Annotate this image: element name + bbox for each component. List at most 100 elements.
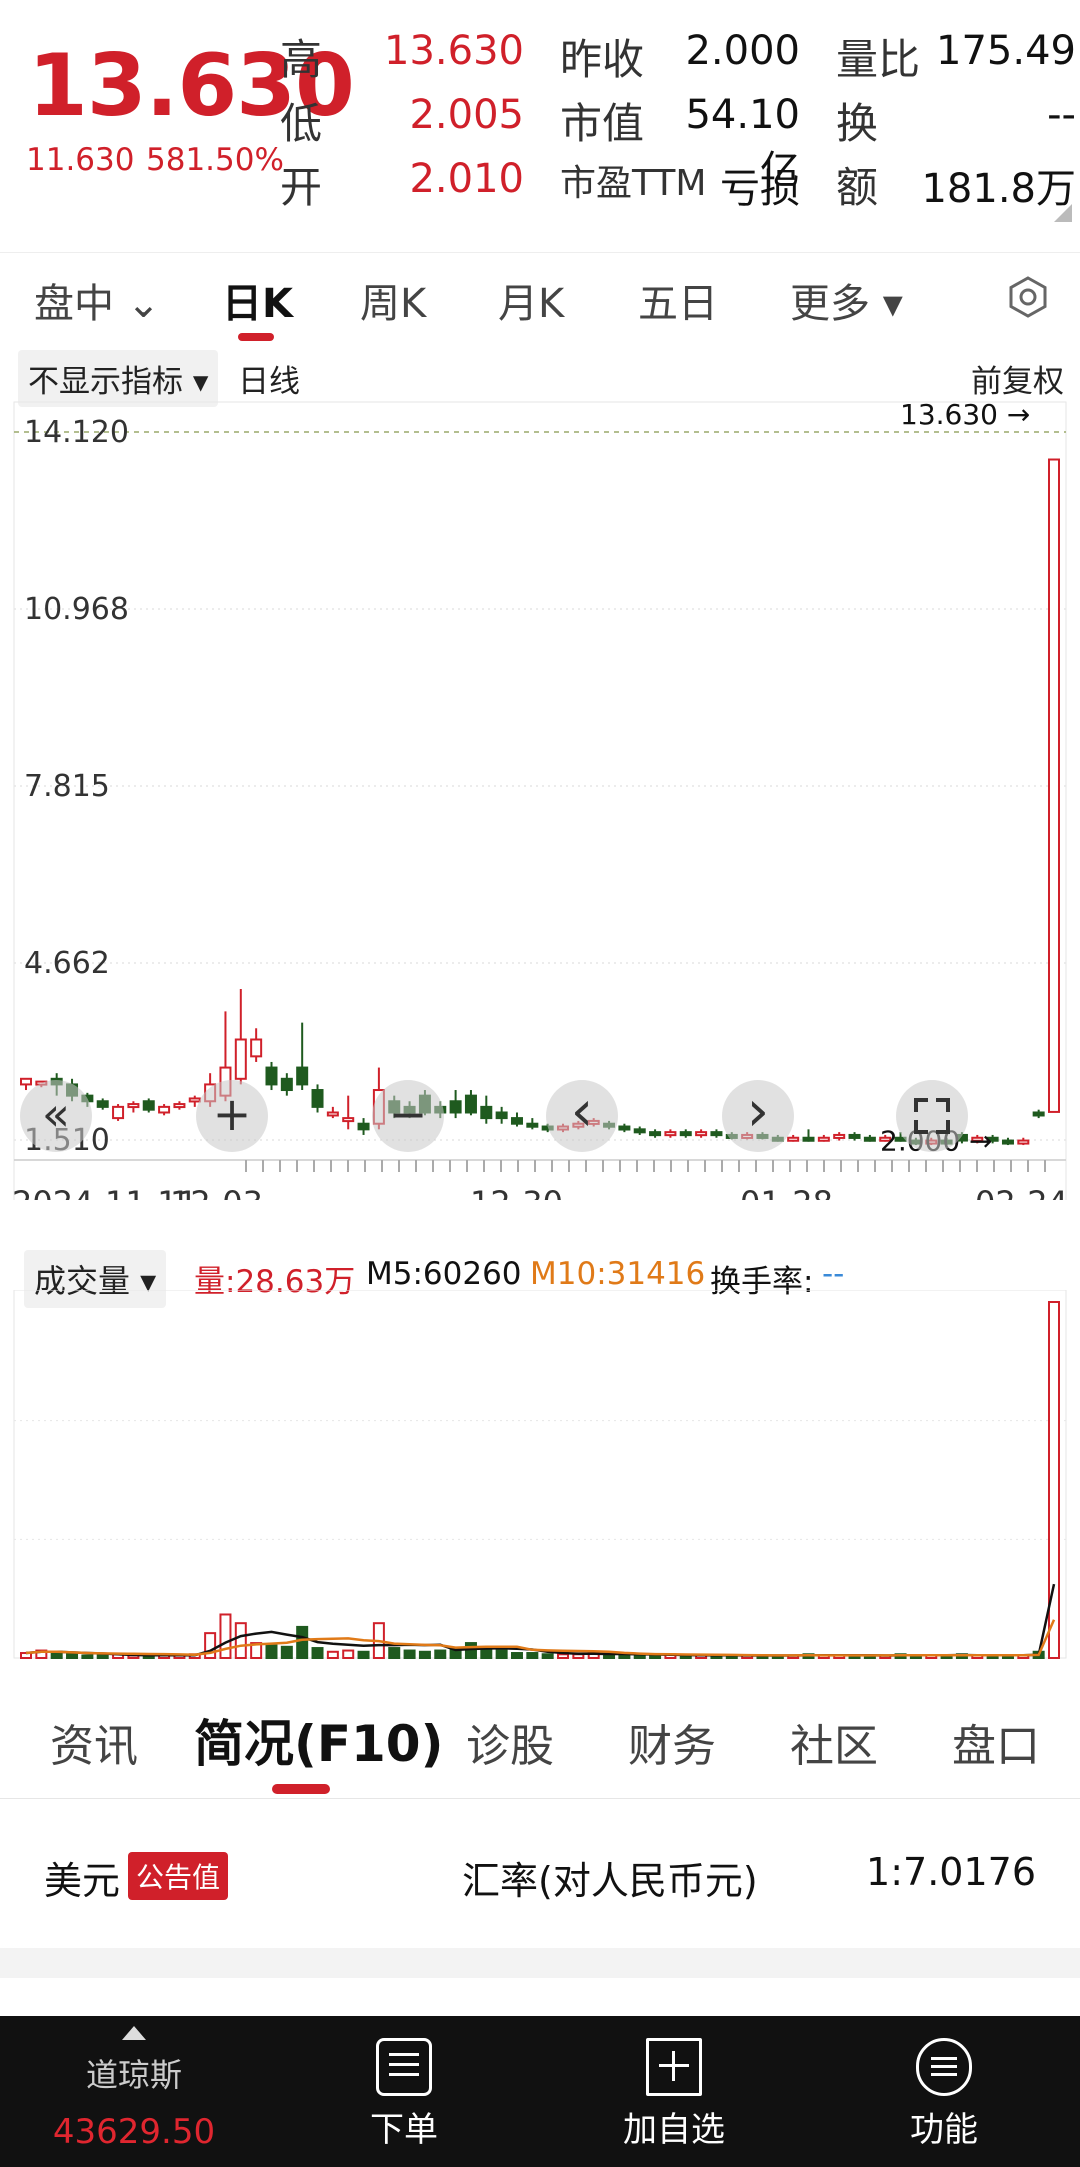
tab-weekly-k[interactable]: 周K — [360, 271, 426, 329]
y-tick-label: 10.968 — [24, 592, 129, 627]
tab-news[interactable]: 资讯 — [50, 1710, 138, 1774]
turnover-rate-value: -- — [822, 1256, 845, 1292]
tab-community[interactable]: 社区 — [790, 1710, 878, 1774]
volume-bar — [280, 1645, 293, 1659]
volume-bar — [557, 1653, 570, 1660]
price-change: 11.630 — [26, 142, 135, 178]
announced-value-badge: 公告值 — [128, 1852, 229, 1900]
nav-functions[interactable]: 功能 — [844, 2038, 1044, 2151]
period-label: 日线 — [238, 364, 300, 400]
m10-value: M10:31416 — [530, 1256, 706, 1292]
tab-order-book[interactable]: 盘口 — [952, 1710, 1040, 1774]
volume-bar — [526, 1652, 539, 1659]
volume-bar — [541, 1653, 554, 1660]
nav-order[interactable]: 下单 — [304, 2038, 504, 2151]
max-price-marker: 13.630 → — [900, 400, 1030, 431]
volume-bar — [81, 1654, 94, 1659]
volume-bar — [296, 1625, 309, 1659]
volume-bar — [66, 1653, 79, 1660]
volume-chart[interactable] — [0, 1290, 1080, 1670]
amount-label: 额 — [836, 163, 879, 212]
next-button[interactable]: › — [722, 1080, 794, 1152]
quote-header: 13.630 11.630 581.50% 高 13.630 低 2.005 开… — [0, 0, 1080, 240]
prev-button[interactable]: ‹ — [546, 1080, 618, 1152]
volume-bar — [357, 1650, 370, 1659]
indicator-select[interactable]: 不显示指标 ▾ — [18, 350, 219, 407]
y-tick-label: 4.662 — [24, 946, 110, 981]
low-value: 2.005 — [409, 92, 524, 138]
open-label: 开 — [280, 163, 323, 212]
prev-close-label: 昨收 — [560, 35, 645, 84]
high-value: 13.630 — [384, 28, 524, 74]
tab-daily-k[interactable]: 日K — [222, 271, 293, 329]
info-tabs: 资讯 简况(F10) 诊股 财务 社区 盘口 — [0, 1680, 1080, 1799]
m5-line — [25, 1583, 1056, 1657]
tab-intraday[interactable]: 盘中 ⌄ — [34, 271, 160, 329]
menu-circle-icon — [916, 2038, 972, 2096]
fullscreen-button[interactable] — [896, 1080, 968, 1152]
x-tick-label: 02-24 — [975, 1184, 1068, 1200]
tab-five-day[interactable]: 五日 — [638, 271, 718, 329]
settings-gear-icon[interactable] — [1006, 275, 1050, 319]
high-label: 高 — [280, 35, 323, 84]
pe-label: 市盈TTM — [560, 163, 707, 204]
tab-financials[interactable]: 财务 — [628, 1710, 716, 1774]
zoom-in-button[interactable]: + — [196, 1080, 268, 1152]
volume-frame — [13, 1290, 1067, 1659]
zoom-out-button[interactable]: − — [372, 1080, 444, 1152]
y-tick-label: 7.815 — [24, 769, 110, 804]
tab-monthly-k[interactable]: 月K — [498, 271, 564, 329]
volume-ratio-label: 量比 — [836, 35, 921, 84]
nav-add-watchlist[interactable]: 加自选 — [574, 2038, 774, 2151]
tab-profile-f10[interactable]: 简况(F10) — [194, 1704, 443, 1776]
candle-body — [1048, 458, 1060, 1113]
volume-bar — [418, 1650, 431, 1659]
order-doc-icon — [376, 2038, 432, 2096]
currency-name: 美元 — [44, 1859, 121, 1903]
prev-close-value: 2.000 — [685, 28, 800, 74]
volume-ratio-value: 175.49 — [936, 28, 1076, 74]
rewind-button[interactable]: « — [20, 1080, 92, 1152]
volume-bar — [96, 1654, 109, 1659]
x-tick-label: 12-03 — [170, 1184, 263, 1200]
adjust-mode[interactable]: 前复权 — [971, 356, 1064, 401]
low-label: 低 — [280, 99, 323, 148]
nav-order-label: 下单 — [370, 2110, 438, 2150]
volume-bar — [434, 1649, 447, 1660]
amount-value: 181.8万 — [921, 166, 1076, 212]
volume-bar — [219, 1613, 232, 1659]
x-tick-label: 01-28 — [740, 1184, 833, 1200]
volume-bar — [464, 1642, 477, 1659]
fx-rate-row: 美元 公告值 汇率(对人民币元) 1:7.0176 — [0, 1800, 1080, 1948]
m10-line — [25, 1619, 1056, 1657]
plus-square-icon — [646, 2038, 702, 2096]
market-cap-label: 市值 — [560, 99, 645, 148]
index-value: 43629.50 — [52, 2112, 216, 2152]
volume-bar — [234, 1622, 247, 1660]
bottom-nav: 道琼斯 43629.50 下单 加自选 功能 — [0, 2016, 1080, 2167]
tab-diagnosis[interactable]: 诊股 — [466, 1710, 554, 1774]
volume-bar — [265, 1644, 278, 1659]
nav-functions-label: 功能 — [910, 2110, 978, 2150]
volume-bar — [403, 1649, 416, 1660]
turnover-label: 换 — [836, 99, 879, 148]
volume-bar — [510, 1652, 523, 1659]
expand-corner-icon[interactable] — [1054, 204, 1072, 222]
section-divider — [0, 1948, 1080, 1978]
caret-up-icon — [122, 2026, 146, 2040]
active-tab-indicator — [238, 333, 274, 341]
candle-body — [234, 1038, 247, 1080]
price-change-pct: 581.50% — [146, 142, 284, 178]
open-value: 2.010 — [409, 156, 524, 202]
chart-controls: « + − ‹ › — [0, 1080, 1080, 1156]
fx-rate-label: 汇率(对人民币元) — [462, 1859, 758, 1903]
fullscreen-icon — [914, 1098, 950, 1134]
volume-bar — [649, 1654, 662, 1659]
turnover-value: -- — [1047, 92, 1076, 138]
volume-bar — [311, 1647, 324, 1660]
index-ticker[interactable]: 道琼斯 43629.50 — [34, 2026, 234, 2152]
x-tick-label: 12-30 — [470, 1184, 563, 1200]
fx-rate-value: 1:7.0176 — [866, 1850, 1036, 1894]
tab-more[interactable]: 更多 ▾ — [790, 271, 903, 329]
nav-add-watchlist-label: 加自选 — [623, 2110, 725, 2150]
